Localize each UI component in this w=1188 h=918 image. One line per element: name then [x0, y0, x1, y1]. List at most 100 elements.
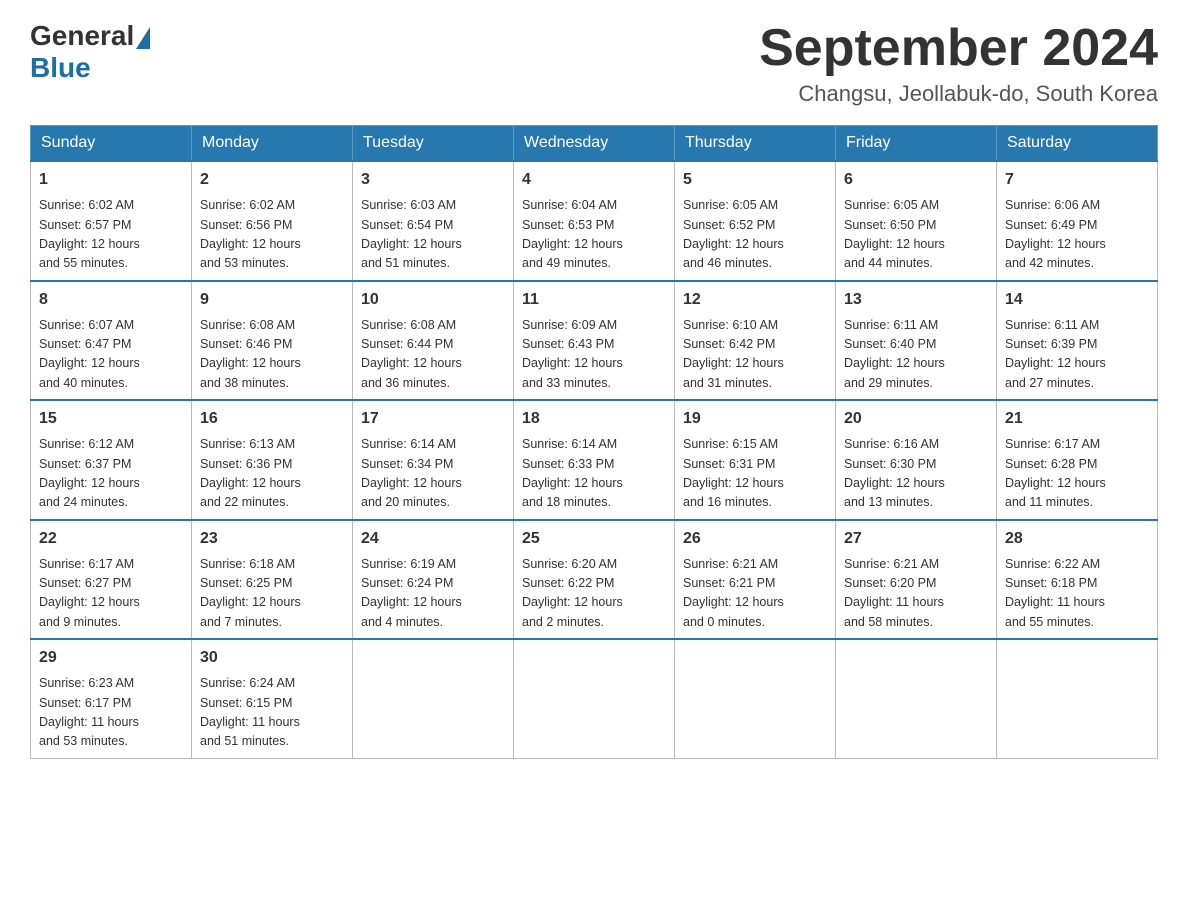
- day-info: Sunrise: 6:05 AMSunset: 6:50 PMDaylight:…: [844, 196, 988, 274]
- day-of-week-header: Sunday: [31, 126, 192, 162]
- calendar-day-cell: 29 Sunrise: 6:23 AMSunset: 6:17 PMDayligh…: [31, 639, 192, 758]
- day-info: Sunrise: 6:18 AMSunset: 6:25 PMDaylight:…: [200, 555, 344, 633]
- calendar-day-cell: [836, 639, 997, 758]
- day-number: 22: [39, 527, 183, 551]
- location: Changsu, Jeollabuk-do, South Korea: [759, 81, 1158, 107]
- day-info: Sunrise: 6:02 AMSunset: 6:57 PMDaylight:…: [39, 196, 183, 274]
- logo-blue: Blue: [30, 52, 91, 84]
- day-info: Sunrise: 6:21 AMSunset: 6:20 PMDaylight:…: [844, 555, 988, 633]
- title-section: September 2024 Changsu, Jeollabuk-do, So…: [759, 20, 1158, 107]
- day-info: Sunrise: 6:20 AMSunset: 6:22 PMDaylight:…: [522, 555, 666, 633]
- day-info: Sunrise: 6:11 AMSunset: 6:39 PMDaylight:…: [1005, 316, 1149, 394]
- day-number: 1: [39, 168, 183, 192]
- day-info: Sunrise: 6:15 AMSunset: 6:31 PMDaylight:…: [683, 435, 827, 513]
- day-number: 18: [522, 407, 666, 431]
- day-info: Sunrise: 6:08 AMSunset: 6:46 PMDaylight:…: [200, 316, 344, 394]
- calendar-day-cell: 10Sunrise: 6:08 AMSunset: 6:44 PMDayligh…: [353, 281, 514, 401]
- calendar-day-cell: 24Sunrise: 6:19 AMSunset: 6:24 PMDayligh…: [353, 520, 514, 640]
- day-number: 12: [683, 288, 827, 312]
- calendar-day-cell: [514, 639, 675, 758]
- calendar-day-cell: [675, 639, 836, 758]
- day-info: Sunrise: 6:14 AMSunset: 6:33 PMDaylight:…: [522, 435, 666, 513]
- day-number: 28: [1005, 527, 1149, 551]
- day-number: 25: [522, 527, 666, 551]
- calendar-week-row: 1 Sunrise: 6:02 AMSunset: 6:57 PMDaylight…: [31, 161, 1158, 281]
- calendar-day-cell: 11 Sunrise: 6:09 AMSunset: 6:43 PMDayligh…: [514, 281, 675, 401]
- calendar-day-cell: 3 Sunrise: 6:03 AMSunset: 6:54 PMDaylight…: [353, 161, 514, 281]
- calendar-day-cell: 20Sunrise: 6:16 AMSunset: 6:30 PMDayligh…: [836, 400, 997, 520]
- calendar-day-cell: 12 Sunrise: 6:10 AMSunset: 6:42 PMDayligh…: [675, 281, 836, 401]
- day-info: Sunrise: 6:10 AMSunset: 6:42 PMDaylight:…: [683, 316, 827, 394]
- calendar-week-row: 22Sunrise: 6:17 AMSunset: 6:27 PMDayligh…: [31, 520, 1158, 640]
- day-number: 13: [844, 288, 988, 312]
- calendar-day-cell: 16Sunrise: 6:13 AMSunset: 6:36 PMDayligh…: [192, 400, 353, 520]
- day-number: 3: [361, 168, 505, 192]
- calendar-day-cell: 4 Sunrise: 6:04 AMSunset: 6:53 PMDaylight…: [514, 161, 675, 281]
- day-of-week-header: Wednesday: [514, 126, 675, 162]
- day-info: Sunrise: 6:02 AMSunset: 6:56 PMDaylight:…: [200, 196, 344, 274]
- day-of-week-header: Monday: [192, 126, 353, 162]
- logo-general: General: [30, 20, 134, 52]
- calendar-day-cell: 15Sunrise: 6:12 AMSunset: 6:37 PMDayligh…: [31, 400, 192, 520]
- day-number: 7: [1005, 168, 1149, 192]
- calendar-week-row: 8Sunrise: 6:07 AMSunset: 6:47 PMDaylight…: [31, 281, 1158, 401]
- day-number: 26: [683, 527, 827, 551]
- calendar-day-cell: 17 Sunrise: 6:14 AMSunset: 6:34 PMDayligh…: [353, 400, 514, 520]
- logo-text: General: [30, 20, 152, 52]
- calendar-day-cell: 19Sunrise: 6:15 AMSunset: 6:31 PMDayligh…: [675, 400, 836, 520]
- month-title: September 2024: [759, 20, 1158, 77]
- day-info: Sunrise: 6:14 AMSunset: 6:34 PMDaylight:…: [361, 435, 505, 513]
- calendar-day-cell: 21Sunrise: 6:17 AMSunset: 6:28 PMDayligh…: [997, 400, 1158, 520]
- day-number: 8: [39, 288, 183, 312]
- calendar-day-cell: 28 Sunrise: 6:22 AMSunset: 6:18 PMDayligh…: [997, 520, 1158, 640]
- calendar-day-cell: 9 Sunrise: 6:08 AMSunset: 6:46 PMDaylight…: [192, 281, 353, 401]
- day-number: 9: [200, 288, 344, 312]
- day-info: Sunrise: 6:13 AMSunset: 6:36 PMDaylight:…: [200, 435, 344, 513]
- day-info: Sunrise: 6:06 AMSunset: 6:49 PMDaylight:…: [1005, 196, 1149, 274]
- calendar-day-cell: 30Sunrise: 6:24 AMSunset: 6:15 PMDayligh…: [192, 639, 353, 758]
- calendar-day-cell: [353, 639, 514, 758]
- page-header: General Blue September 2024 Changsu, Jeo…: [30, 20, 1158, 107]
- calendar-day-cell: 1 Sunrise: 6:02 AMSunset: 6:57 PMDaylight…: [31, 161, 192, 281]
- day-number: 2: [200, 168, 344, 192]
- calendar-day-cell: 13Sunrise: 6:11 AMSunset: 6:40 PMDayligh…: [836, 281, 997, 401]
- day-of-week-header: Tuesday: [353, 126, 514, 162]
- day-info: Sunrise: 6:05 AMSunset: 6:52 PMDaylight:…: [683, 196, 827, 274]
- calendar-day-cell: 25 Sunrise: 6:20 AMSunset: 6:22 PMDayligh…: [514, 520, 675, 640]
- day-info: Sunrise: 6:09 AMSunset: 6:43 PMDaylight:…: [522, 316, 666, 394]
- day-number: 27: [844, 527, 988, 551]
- day-info: Sunrise: 6:23 AMSunset: 6:17 PMDaylight:…: [39, 674, 183, 752]
- day-info: Sunrise: 6:22 AMSunset: 6:18 PMDaylight:…: [1005, 555, 1149, 633]
- calendar-table: SundayMondayTuesdayWednesdayThursdayFrid…: [30, 125, 1158, 759]
- day-of-week-header: Saturday: [997, 126, 1158, 162]
- calendar-day-cell: 14 Sunrise: 6:11 AMSunset: 6:39 PMDayligh…: [997, 281, 1158, 401]
- logo: General Blue: [30, 20, 152, 84]
- day-info: Sunrise: 6:08 AMSunset: 6:44 PMDaylight:…: [361, 316, 505, 394]
- calendar-day-cell: 6Sunrise: 6:05 AMSunset: 6:50 PMDaylight…: [836, 161, 997, 281]
- day-number: 24: [361, 527, 505, 551]
- day-of-week-header: Thursday: [675, 126, 836, 162]
- day-number: 14: [1005, 288, 1149, 312]
- calendar-header-row: SundayMondayTuesdayWednesdayThursdayFrid…: [31, 126, 1158, 162]
- day-info: Sunrise: 6:04 AMSunset: 6:53 PMDaylight:…: [522, 196, 666, 274]
- day-number: 17: [361, 407, 505, 431]
- calendar-day-cell: 26Sunrise: 6:21 AMSunset: 6:21 PMDayligh…: [675, 520, 836, 640]
- day-info: Sunrise: 6:03 AMSunset: 6:54 PMDaylight:…: [361, 196, 505, 274]
- day-number: 23: [200, 527, 344, 551]
- day-number: 5: [683, 168, 827, 192]
- calendar-week-row: 15Sunrise: 6:12 AMSunset: 6:37 PMDayligh…: [31, 400, 1158, 520]
- day-info: Sunrise: 6:17 AMSunset: 6:28 PMDaylight:…: [1005, 435, 1149, 513]
- calendar-day-cell: 2 Sunrise: 6:02 AMSunset: 6:56 PMDaylight…: [192, 161, 353, 281]
- day-number: 29: [39, 646, 183, 670]
- calendar-day-cell: 18 Sunrise: 6:14 AMSunset: 6:33 PMDayligh…: [514, 400, 675, 520]
- day-number: 15: [39, 407, 183, 431]
- calendar-day-cell: [997, 639, 1158, 758]
- calendar-week-row: 29 Sunrise: 6:23 AMSunset: 6:17 PMDayligh…: [31, 639, 1158, 758]
- day-number: 11: [522, 288, 666, 312]
- day-of-week-header: Friday: [836, 126, 997, 162]
- calendar-day-cell: 8Sunrise: 6:07 AMSunset: 6:47 PMDaylight…: [31, 281, 192, 401]
- day-number: 4: [522, 168, 666, 192]
- calendar-day-cell: 5 Sunrise: 6:05 AMSunset: 6:52 PMDaylight…: [675, 161, 836, 281]
- calendar-day-cell: 22Sunrise: 6:17 AMSunset: 6:27 PMDayligh…: [31, 520, 192, 640]
- day-number: 30: [200, 646, 344, 670]
